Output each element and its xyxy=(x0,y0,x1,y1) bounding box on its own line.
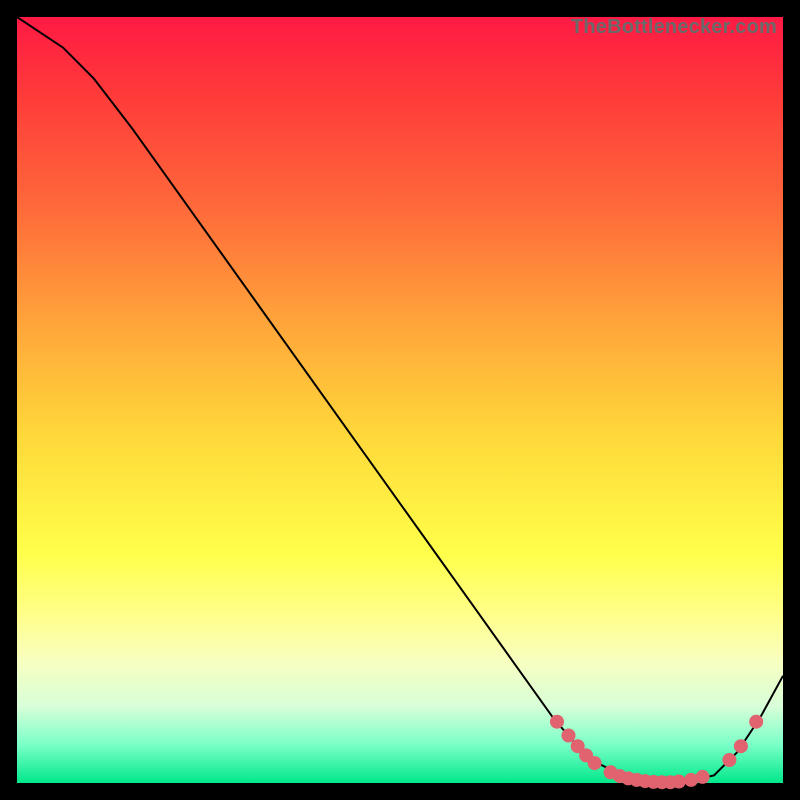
bottleneck-curve xyxy=(17,17,783,783)
curve-marker xyxy=(749,715,763,729)
marker-group xyxy=(550,715,763,790)
curve-marker xyxy=(672,775,686,789)
curve-marker xyxy=(588,756,602,770)
curve-marker xyxy=(550,715,564,729)
plot-svg xyxy=(17,17,783,783)
curve-marker xyxy=(734,739,748,753)
curve-marker xyxy=(722,753,736,767)
curve-marker xyxy=(562,729,576,743)
chart-area: TheBottlenecker.com xyxy=(17,17,783,783)
curve-marker xyxy=(696,770,710,784)
